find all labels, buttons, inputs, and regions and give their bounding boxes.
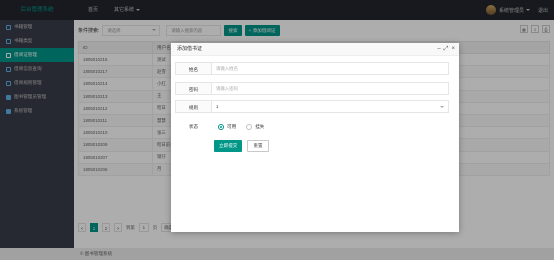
minimize-icon[interactable]: – xyxy=(437,43,440,56)
rule-label: 规则 xyxy=(175,100,212,113)
status-radio-group: 可用 挂失 xyxy=(212,120,449,133)
name-label: 姓名 xyxy=(175,62,212,75)
dialog-buttons: 立即提交 重置 xyxy=(214,140,274,152)
status-lost-radio[interactable]: 挂失 xyxy=(246,123,265,130)
status-available-radio[interactable]: 可用 xyxy=(218,123,237,130)
reset-button[interactable]: 重置 xyxy=(247,140,269,152)
radio-checked-icon xyxy=(218,123,224,130)
password-input[interactable]: 请输入密码 xyxy=(212,82,449,95)
status-label: 状态 xyxy=(188,124,199,129)
status-row: 状态 可用 挂失 xyxy=(175,120,449,133)
name-row: 姓名 请输入姓名 xyxy=(175,62,449,75)
submit-button[interactable]: 立即提交 xyxy=(214,140,243,152)
chevron-down-icon xyxy=(440,106,444,108)
dialog-title: 添加借书证 xyxy=(177,46,203,52)
dialog-controls: – ⤢ × xyxy=(434,43,455,56)
rule-row: 规则 1 xyxy=(175,100,449,113)
password-row: 密码 请输入密码 xyxy=(175,82,449,95)
close-icon[interactable]: × xyxy=(451,43,455,56)
add-card-dialog: 添加借书证 – ⤢ × 姓名 请输入姓名 密码 请输入密码 规则 1 状态 可用… xyxy=(171,43,459,232)
rule-select-value: 1 xyxy=(216,104,219,109)
dialog-header[interactable]: 添加借书证 – ⤢ × xyxy=(171,43,459,56)
rule-select[interactable]: 1 xyxy=(212,100,449,113)
name-input[interactable]: 请输入姓名 xyxy=(212,62,449,75)
radio-unchecked-icon xyxy=(246,123,253,130)
radio-label: 挂失 xyxy=(255,123,265,129)
radio-label: 可用 xyxy=(227,123,237,129)
maximize-icon[interactable]: ⤢ xyxy=(444,43,449,56)
password-label: 密码 xyxy=(175,82,212,95)
